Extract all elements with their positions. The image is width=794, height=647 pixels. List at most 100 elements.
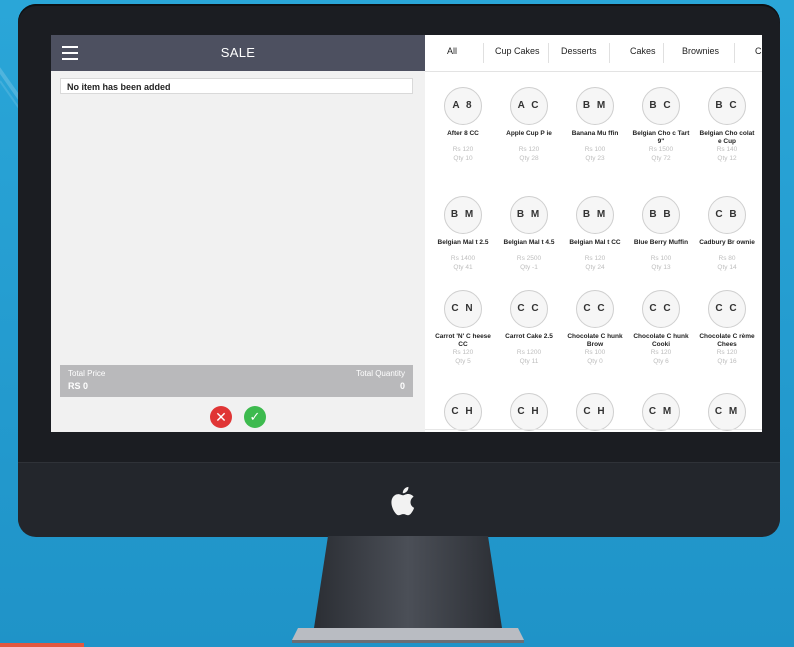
product-initials: C H bbox=[510, 393, 548, 431]
product-item[interactable]: B M Belgian Mal t 2.5 Rs 1400 Qty 41 bbox=[432, 196, 494, 272]
divider bbox=[425, 429, 762, 430]
monitor-stand bbox=[292, 536, 524, 643]
product-name: Blue Berry Muffin bbox=[633, 239, 689, 246]
tab-brownies[interactable]: Brownies bbox=[682, 46, 719, 56]
sale-header: SALE bbox=[51, 35, 425, 71]
product-initials: C N bbox=[444, 290, 482, 328]
product-initials: C M bbox=[642, 393, 680, 431]
product-price: Rs 140 bbox=[716, 146, 738, 153]
product-qty: Qty 6 bbox=[653, 358, 669, 365]
product-name: Chocolate C hunk Brow bbox=[567, 333, 623, 348]
sale-panel: SALE No item has been added Total Price … bbox=[51, 35, 425, 432]
apple-logo-icon bbox=[391, 486, 415, 516]
product-price: Rs 120 bbox=[650, 349, 672, 356]
product-item[interactable]: C C Chocolate C rème Chees Rs 120 Qty 16 bbox=[696, 290, 758, 366]
product-price: Rs 120 bbox=[452, 146, 474, 153]
product-initials: B C bbox=[642, 87, 680, 125]
product-price: Rs 100 bbox=[650, 255, 672, 262]
product-item[interactable]: A 8 After 8 CC Rs 120 Qty 10 bbox=[432, 87, 494, 163]
product-item[interactable]: C H bbox=[564, 393, 626, 431]
product-qty: Qty 41 bbox=[453, 264, 473, 271]
product-initials: B B bbox=[642, 196, 680, 234]
product-initials: B M bbox=[576, 87, 614, 125]
product-panel: All Cup Cakes Desserts Cakes Brownies C … bbox=[425, 35, 762, 432]
product-price: Rs 100 bbox=[584, 349, 606, 356]
product-initials: A 8 bbox=[444, 87, 482, 125]
tab-divider bbox=[483, 43, 484, 63]
product-initials: B M bbox=[576, 196, 614, 234]
product-item[interactable]: B C Belgian Cho c Tart 9" Rs 1500 Qty 72 bbox=[630, 87, 692, 163]
product-item[interactable]: C C Chocolate C hunk Cooki Rs 120 Qty 6 bbox=[630, 290, 692, 366]
product-item[interactable]: B M Banana Mu ffin Rs 100 Qty 23 bbox=[564, 87, 626, 163]
product-price: Rs 1200 bbox=[516, 349, 542, 356]
product-initials: B C bbox=[708, 87, 746, 125]
tab-divider bbox=[663, 43, 664, 63]
product-qty: Qty 0 bbox=[587, 358, 603, 365]
product-name: Chocolate C hunk Cooki bbox=[633, 333, 689, 348]
product-initials: A C bbox=[510, 87, 548, 125]
product-initials: C C bbox=[708, 290, 746, 328]
product-qty: Qty -1 bbox=[520, 264, 538, 271]
product-item[interactable]: B M Belgian Mal t CC Rs 120 Qty 24 bbox=[564, 196, 626, 272]
product-price: Rs 1400 bbox=[450, 255, 476, 262]
product-item[interactable]: B C Belgian Cho colate Cup Rs 140 Qty 12 bbox=[696, 87, 758, 163]
product-qty: Qty 72 bbox=[651, 155, 671, 162]
tab-desserts[interactable]: Desserts bbox=[561, 46, 597, 56]
product-qty: Qty 11 bbox=[519, 358, 539, 365]
product-initials: C C bbox=[510, 290, 548, 328]
product-qty: Qty 12 bbox=[717, 155, 737, 162]
product-price: Rs 100 bbox=[584, 146, 606, 153]
product-item[interactable]: C N Carrot 'N' C heese CC Rs 120 Qty 5 bbox=[432, 290, 494, 366]
product-name: Cadbury Br ownie bbox=[699, 239, 755, 246]
product-qty: Qty 13 bbox=[651, 264, 671, 271]
product-item[interactable]: C C Carrot Cake 2.5 Rs 1200 Qty 11 bbox=[498, 290, 560, 366]
product-name: Banana Mu ffin bbox=[571, 130, 619, 137]
tab-cup-cakes[interactable]: Cup Cakes bbox=[495, 46, 540, 56]
product-price: Rs 2500 bbox=[516, 255, 542, 262]
product-price: Rs 120 bbox=[518, 146, 540, 153]
product-item[interactable]: C C Chocolate C hunk Brow Rs 100 Qty 0 bbox=[564, 290, 626, 366]
product-price: Rs 120 bbox=[452, 349, 474, 356]
page-title: SALE bbox=[220, 45, 256, 60]
product-qty: Qty 23 bbox=[585, 155, 605, 162]
product-name: Carrot Cake 2.5 bbox=[505, 333, 553, 340]
tab-more[interactable]: C bbox=[755, 46, 762, 56]
product-qty: Qty 5 bbox=[455, 358, 471, 365]
cancel-button[interactable]: ✕ bbox=[210, 406, 232, 428]
tab-all[interactable]: All bbox=[447, 46, 457, 56]
product-item[interactable]: C M bbox=[630, 393, 692, 431]
product-qty: Qty 14 bbox=[717, 264, 737, 271]
product-initials: C C bbox=[642, 290, 680, 328]
product-initials: C H bbox=[576, 393, 614, 431]
total-price-value: RS 0 bbox=[68, 381, 89, 391]
product-item[interactable]: C M bbox=[696, 393, 758, 431]
product-qty: Qty 16 bbox=[717, 358, 737, 365]
product-item[interactable]: B B Blue Berry Muffin Rs 100 Qty 13 bbox=[630, 196, 692, 272]
empty-cart-message: No item has been added bbox=[60, 78, 413, 94]
tab-divider bbox=[734, 43, 735, 63]
confirm-button[interactable]: ✓ bbox=[244, 406, 266, 428]
product-initials: B M bbox=[510, 196, 548, 234]
product-name: Apple Cup P ie bbox=[506, 130, 552, 137]
product-name: Belgian Mal t 2.5 bbox=[437, 239, 489, 246]
tab-divider bbox=[548, 43, 549, 63]
product-initials: C H bbox=[444, 393, 482, 431]
product-initials: C M bbox=[708, 393, 746, 431]
totals-bar: Total Price RS 0 Total Quantity 0 bbox=[60, 365, 413, 397]
product-qty: Qty 28 bbox=[519, 155, 539, 162]
product-item[interactable]: A C Apple Cup P ie Rs 120 Qty 28 bbox=[498, 87, 560, 163]
corner-accent bbox=[0, 643, 84, 647]
product-price: Rs 120 bbox=[716, 349, 738, 356]
product-grid: A 8 After 8 CC Rs 120 Qty 10 A C Apple C… bbox=[425, 71, 762, 432]
product-initials: C B bbox=[708, 196, 746, 234]
product-item[interactable]: B M Belgian Mal t 4.5 Rs 2500 Qty -1 bbox=[498, 196, 560, 272]
total-quantity-label: Total Quantity bbox=[356, 369, 405, 378]
product-name: After 8 CC bbox=[447, 130, 479, 137]
product-item[interactable]: C H bbox=[498, 393, 560, 431]
product-price: Rs 80 bbox=[718, 255, 736, 262]
product-item[interactable]: C H bbox=[432, 393, 494, 431]
product-item[interactable]: C B Cadbury Br ownie Rs 80 Qty 14 bbox=[696, 196, 758, 272]
tab-cakes[interactable]: Cakes bbox=[630, 46, 656, 56]
product-price: Rs 120 bbox=[584, 255, 606, 262]
product-initials: C C bbox=[576, 290, 614, 328]
